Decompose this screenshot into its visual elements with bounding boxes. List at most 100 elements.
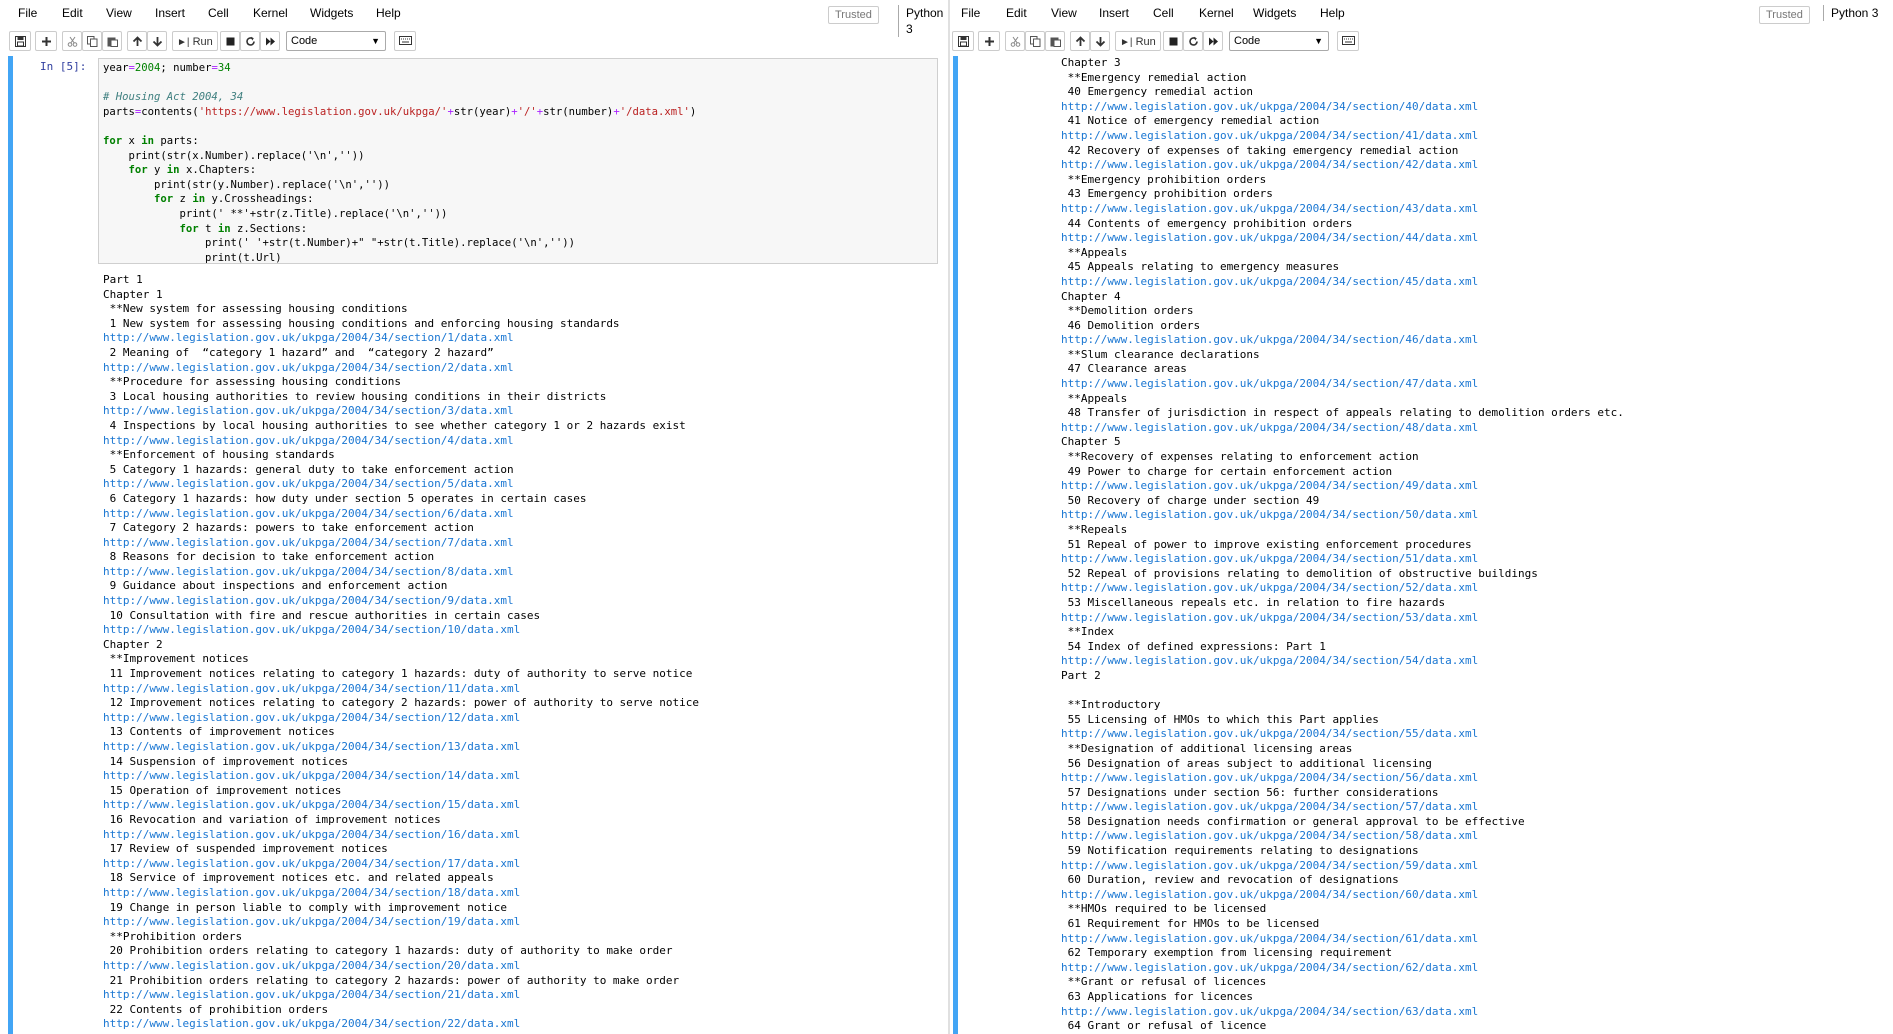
output-line: Chapter 5 (1061, 435, 1121, 449)
paste-button[interactable] (1045, 31, 1065, 51)
selected-cell-indicator (8, 56, 13, 1034)
save-button[interactable] (9, 31, 31, 51)
interrupt-kernel-button[interactable] (220, 31, 240, 51)
output-line: Part 1 (103, 273, 143, 286)
menu-cell[interactable]: Cell (208, 6, 229, 20)
cut-button[interactable] (62, 31, 82, 51)
cell-type-select[interactable]: Code ▼ (286, 31, 386, 51)
plus-icon (41, 37, 51, 46)
restart-kernel-button[interactable] (240, 31, 260, 51)
menu-help[interactable]: Help (1320, 6, 1345, 20)
section-url-line: http://www.legislation.gov.uk/ukpga/2004… (1061, 479, 1479, 493)
restart-run-all-button[interactable] (260, 31, 280, 51)
output-line: 46 Demolition orders (1061, 318, 1201, 332)
section-url-line: http://www.legislation.gov.uk/ukpga/2004… (1061, 887, 1479, 901)
output-line: 60 Duration, review and revocation of de… (1061, 873, 1399, 887)
menu-view[interactable]: View (1051, 6, 1077, 20)
section-url-line: http://www.legislation.gov.uk/ukpga/2004… (103, 1017, 521, 1031)
section-url-line: http://www.legislation.gov.uk/ukpga/2004… (1061, 800, 1479, 814)
menu-help[interactable]: Help (376, 6, 401, 20)
interrupt-kernel-button[interactable] (1163, 31, 1183, 51)
output-line: 52 Repeal of provisions relating to demo… (1061, 566, 1538, 580)
output-line: **Improvement notices (103, 652, 249, 666)
menu-view[interactable]: View (106, 6, 132, 20)
menu-insert[interactable]: Insert (1099, 6, 1129, 20)
step-forward-icon: ►| (1120, 37, 1133, 48)
restart-run-all-button[interactable] (1203, 31, 1223, 51)
menu-kernel[interactable]: Kernel (253, 6, 288, 20)
menu-edit[interactable]: Edit (62, 6, 83, 20)
step-forward-icon: ►| (177, 37, 190, 48)
paste-icon (1050, 37, 1061, 47)
section-url-line: http://www.legislation.gov.uk/ukpga/2004… (1061, 581, 1479, 595)
output-line: **Grant or refusal of licences (1061, 975, 1267, 989)
output-line: **New system for assessing housing condi… (103, 302, 408, 316)
move-down-button[interactable] (147, 31, 167, 51)
command-palette-button[interactable] (394, 31, 416, 51)
menu-kernel[interactable]: Kernel (1199, 6, 1234, 20)
menu-widgets[interactable]: Widgets (1253, 6, 1296, 20)
output-line: Chapter 4 (1061, 289, 1121, 303)
section-url-line: http://www.legislation.gov.uk/ukpga/2004… (103, 564, 514, 578)
move-up-button[interactable] (127, 31, 147, 51)
toolbar: ►| Run Code ▼ (0, 31, 948, 55)
output-line: **Designation of additional licensing ar… (1061, 741, 1353, 755)
output-line: 14 Suspension of improvement notices (103, 754, 349, 768)
output-line: 7 Category 2 hazards: powers to take enf… (103, 521, 474, 535)
cell-type-select[interactable]: Code ▼ (1229, 31, 1329, 51)
save-button[interactable] (952, 31, 974, 51)
section-url-line: http://www.legislation.gov.uk/ukpga/2004… (103, 594, 514, 608)
copy-button[interactable] (1025, 31, 1045, 51)
output-line: 45 Appeals relating to emergency measure… (1061, 260, 1340, 274)
menu-widgets[interactable]: Widgets (310, 6, 353, 20)
menu-file[interactable]: File (18, 6, 37, 20)
section-url-line: http://www.legislation.gov.uk/ukpga/2004… (103, 404, 514, 418)
move-up-button[interactable] (1070, 31, 1090, 51)
output-line: 18 Service of improvement notices etc. a… (103, 871, 494, 885)
cell-type-value: Code (1234, 35, 1261, 47)
output-line: 64 Grant or refusal of licence (1061, 1019, 1267, 1033)
insert-cell-button[interactable] (35, 31, 57, 51)
output-line: 11 Improvement notices relating to categ… (103, 667, 693, 681)
paste-button[interactable] (102, 31, 122, 51)
section-url-line: http://www.legislation.gov.uk/ukpga/2004… (1061, 158, 1479, 172)
restart-icon (1188, 36, 1198, 46)
cut-button[interactable] (1005, 31, 1025, 51)
arrow-down-icon (1095, 37, 1105, 47)
trusted-indicator[interactable]: Trusted (1759, 6, 1810, 24)
output-line: 47 Clearance areas (1061, 362, 1187, 376)
menu-cell[interactable]: Cell (1153, 6, 1174, 20)
notebook-container: Chapter 3 **Emergency remedial action 40… (950, 56, 1893, 1034)
output-line: **Repeals (1061, 523, 1128, 536)
menu-file[interactable]: File (961, 6, 980, 20)
output-line: 9 Guidance about inspections and enforce… (103, 579, 448, 593)
stop-icon (1169, 37, 1177, 46)
code-cell-input[interactable]: year=2004; number=34 # Housing Act 2004,… (98, 58, 938, 264)
move-down-button[interactable] (1090, 31, 1110, 51)
section-url-line: http://www.legislation.gov.uk/ukpga/2004… (103, 535, 514, 549)
section-url-line: http://www.legislation.gov.uk/ukpga/2004… (103, 681, 521, 695)
menubar: File Edit View Insert Cell Kernel Widget… (0, 0, 948, 37)
output-line: 5 Category 1 hazards: general duty to ta… (103, 462, 514, 476)
kernel-indicator[interactable]: Python 3 (1823, 5, 1878, 21)
run-button[interactable]: ►| Run (1115, 31, 1161, 51)
output-line: 56 Designation of areas subject to addit… (1061, 756, 1432, 770)
output-line: 6 Category 1 hazards: how duty under sec… (103, 491, 587, 505)
arrow-up-icon (132, 36, 142, 46)
chevron-down-icon: ▼ (371, 36, 380, 46)
section-url-line: http://www.legislation.gov.uk/ukpga/2004… (1061, 128, 1479, 142)
menu-insert[interactable]: Insert (155, 6, 185, 20)
section-url-line: http://www.legislation.gov.uk/ukpga/2004… (1061, 727, 1479, 741)
trusted-indicator[interactable]: Trusted (828, 6, 879, 24)
scissors-icon (67, 36, 77, 47)
section-url-line: http://www.legislation.gov.uk/ukpga/2004… (103, 798, 521, 812)
output-line: 51 Repeal of power to improve existing e… (1061, 537, 1472, 551)
menu-edit[interactable]: Edit (1006, 6, 1027, 20)
code-editor[interactable]: year=2004; number=34 # Housing Act 2004,… (99, 59, 937, 267)
cell-output: Part 1 Chapter 1 **New system for assessi… (103, 273, 699, 1034)
restart-kernel-button[interactable] (1183, 31, 1203, 51)
run-button[interactable]: ►| Run (172, 31, 218, 51)
insert-cell-button[interactable] (978, 31, 1000, 51)
copy-button[interactable] (82, 31, 102, 51)
command-palette-button[interactable] (1337, 31, 1359, 51)
